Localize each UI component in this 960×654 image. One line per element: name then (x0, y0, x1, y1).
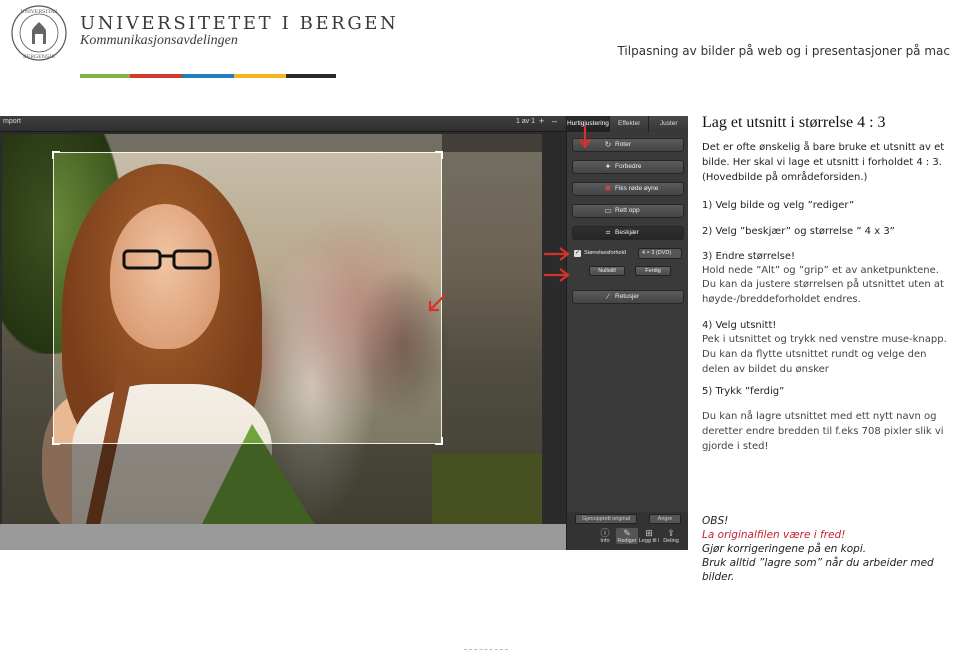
svg-text:UNIVERSITAS: UNIVERSITAS (20, 9, 58, 15)
step-3-line-2: Du kan da justere størrelsen på utsnitte… (702, 279, 944, 305)
red-eye-button[interactable]: ✖ Fiks røde øyne (572, 182, 684, 196)
obs-line-2: Gjør korrigeringene på en kopi. (702, 543, 867, 555)
magic-wand-icon: ✦ (604, 162, 612, 171)
tool-share[interactable]: ⇪ Deling (660, 528, 682, 544)
page-indicator: 1 av 1 (516, 118, 536, 125)
tool-info-label: Info (600, 538, 610, 544)
crop-handle-top-left[interactable] (52, 151, 60, 159)
step-3-title: 3) Endre størrelse! (702, 251, 796, 262)
adjust-panel: Hurtigjustering Effekter Juster ↻ Roter … (566, 116, 688, 550)
crop-selection[interactable] (52, 151, 443, 445)
step-2: 2) Velg ”beskjær” og størrelse ” 4 x 3” (702, 226, 895, 237)
editor-toolbar: mport 1 av 1 + – (0, 116, 566, 132)
crop-handle-bottom-right[interactable] (435, 437, 443, 445)
straighten-icon: ▭ (604, 206, 612, 215)
share-icon: ⇪ (667, 528, 675, 538)
photo-editor-screenshot: mport 1 av 1 + – Hurtigjustering Effekte… (0, 116, 688, 550)
import-label[interactable]: mport (3, 118, 21, 125)
step-1: 1) Velg bilde og velg ”rediger” (702, 200, 855, 211)
arrow-right-icon-2 (544, 268, 570, 282)
rotate-label: Roter (615, 141, 631, 148)
reset-button[interactable]: Nullstill (589, 266, 625, 276)
university-seal-logo: UNIVERSITAS BERGENSIS (11, 5, 67, 61)
enhance-label: Forbedre (615, 163, 642, 170)
step-3-line-1: Hold nede ”Alt” og ”grip” et av anketpun… (702, 265, 939, 276)
red-eye-icon: ✖ (604, 184, 612, 193)
svg-text:BERGENSIS: BERGENSIS (23, 54, 56, 60)
straighten-button[interactable]: ▭ Rett opp (572, 204, 684, 218)
zoom-in-icon[interactable]: + (539, 116, 544, 126)
retouch-button[interactable]: ∕ Retusjer (572, 290, 684, 304)
tab-adjust[interactable]: Juster (649, 116, 688, 132)
aspect-ratio-checkbox[interactable]: ✓ (574, 250, 581, 257)
step-5: 5) Trykk ”ferdig” (702, 386, 785, 397)
department-name: Kommunikasjonsavdelingen (80, 33, 238, 48)
tool-share-label: Deling (663, 538, 679, 544)
enhance-button[interactable]: ✦ Forbedre (572, 160, 684, 174)
crop-label: Beskjær (615, 229, 639, 236)
photo-canvas[interactable] (2, 134, 542, 524)
tool-add-label: Legg til i (638, 538, 660, 544)
red-eye-label: Fiks røde øyne (615, 185, 659, 192)
arrow-right-icon (544, 247, 570, 261)
zoom-out-icon[interactable]: – (552, 116, 557, 126)
done-button[interactable]: Ferdig (635, 266, 671, 276)
color-stripe-blue (182, 74, 234, 78)
arrow-diagonal-icon (428, 294, 446, 312)
university-name: UNIVERSITETET I BERGEN (80, 13, 399, 34)
tab-effects[interactable]: Effekter (609, 116, 650, 132)
restore-original-button[interactable]: Gjenopprett original (575, 514, 637, 524)
color-stripe-black (286, 74, 336, 78)
pencil-icon: ✎ (623, 528, 631, 538)
document-title: Tilpasning av bilder på web og i present… (617, 44, 950, 58)
step-4-text: Pek i utsnittet og trykk ned venstre mus… (702, 334, 947, 375)
crop-mask-left (2, 152, 53, 444)
add-icon: ⊞ (645, 528, 653, 538)
page-divider (464, 649, 508, 650)
obs-heading: OBS! (702, 515, 729, 527)
straighten-label: Rett opp (615, 207, 640, 214)
aspect-ratio-row: ✓ Størrelsesforhold 4 × 3 (DVD) (572, 248, 684, 260)
info-icon: ⓘ (600, 528, 610, 538)
aspect-ratio-select[interactable]: 4 × 3 (DVD) (638, 248, 682, 259)
brush-icon: ∕ (607, 292, 609, 301)
instructions-intro: Det er ofte ønskelig å bare bruke et uts… (702, 142, 945, 183)
instructions-title: Lag et utsnitt i størrelse 4 : 3 (702, 114, 886, 131)
tool-edit-label: Rediger (617, 538, 637, 544)
aspect-ratio-label: Størrelsesforhold (584, 250, 626, 256)
obs-warning: La originalfilen være i fred! (702, 529, 846, 541)
color-stripe-green (80, 74, 130, 78)
color-stripe-red (130, 74, 182, 78)
obs-line-3: Bruk alltid ”lagre som” når du arbeider … (702, 557, 934, 583)
step-4-title: 4) Velg utsnitt! (702, 320, 777, 331)
color-stripe-yellow (234, 74, 286, 78)
closing-text: Du kan nå lagre utsnittet med ett nytt n… (702, 411, 944, 452)
rotate-icon: ↻ (604, 140, 612, 149)
undo-button[interactable]: Angre (649, 514, 681, 524)
crop-button[interactable]: ⌗ Beskjær (572, 226, 684, 240)
crop-handle-top-right[interactable] (435, 151, 443, 159)
crop-mask-bottom (2, 444, 542, 524)
crop-handle-bottom-left[interactable] (52, 437, 60, 445)
retouch-label: Retusjer (615, 293, 640, 300)
tool-edit[interactable]: ✎ Rediger (616, 528, 638, 544)
tool-info[interactable]: ⓘ Info (594, 528, 616, 544)
crop-mask-right (442, 134, 542, 444)
tool-add-to[interactable]: ⊞ Legg til i (638, 528, 660, 544)
crop-icon: ⌗ (605, 228, 611, 237)
arrow-down-icon (579, 126, 591, 148)
editor-bottom-bar (0, 524, 566, 550)
